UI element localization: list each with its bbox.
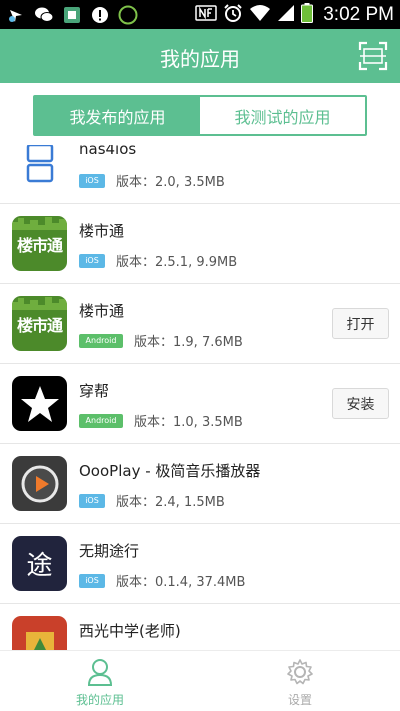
clock: 3:02 PM	[323, 4, 394, 25]
star-app-icon	[12, 376, 67, 431]
list-item[interactable]: nas4ios iOS 版本：2.0, 3.5MB	[0, 145, 400, 204]
app-name: 西光中学(老师)	[79, 622, 181, 640]
platform-badge: iOS	[79, 493, 105, 508]
location-icon	[6, 5, 26, 25]
school-app-icon	[12, 616, 67, 650]
scan-icon	[358, 41, 388, 71]
app-name: 无期途行	[79, 542, 140, 560]
list-item[interactable]: 途 无期途行 iOS 版本：0.1.4, 37.4MB	[0, 524, 400, 604]
app-version: 版本：2.4, 1.5MB	[116, 495, 225, 510]
nav-label: 我的应用	[75, 693, 124, 707]
tab-published-apps[interactable]: 我发布的应用	[35, 97, 200, 134]
app-version: 版本：1.9, 7.6MB	[134, 335, 243, 350]
loushitong-app-icon: 楼市通	[12, 216, 67, 271]
open-button[interactable]: 打开	[332, 308, 389, 339]
list-item[interactable]: 穿帮 Android 版本：1.0, 3.5MB 安装	[0, 364, 400, 444]
install-button[interactable]: 安装	[332, 388, 389, 419]
play-app-icon	[12, 456, 67, 511]
bottom-nav: 我的应用 设置	[0, 650, 400, 711]
wifi-icon	[249, 4, 271, 26]
nfc-icon	[195, 4, 217, 26]
tab-testing-apps[interactable]: 我测试的应用	[200, 97, 365, 134]
badge-75-icon	[118, 5, 138, 25]
alarm-icon	[223, 3, 243, 27]
nav-settings[interactable]: 设置	[200, 651, 400, 711]
page-title: 我的应用	[160, 47, 240, 71]
app-tabs: 我发布的应用 我测试的应用	[33, 95, 367, 136]
travel-app-icon: 途	[12, 536, 67, 591]
nav-my-apps[interactable]: 我的应用	[0, 651, 200, 711]
status-bar: 3:02 PM	[0, 0, 400, 29]
alert-icon	[90, 5, 110, 25]
nas-app-icon	[12, 145, 67, 191]
app-version: 版本：1.0, 3.5MB	[134, 415, 243, 430]
platform-badge: Android	[79, 333, 123, 348]
app-name: 穿帮	[79, 382, 110, 400]
scan-button[interactable]	[358, 41, 388, 71]
app-name: nas4ios	[79, 145, 137, 158]
battery-icon	[301, 3, 314, 27]
app-name: 楼市通	[79, 222, 125, 240]
gear-icon	[287, 659, 313, 685]
user-icon	[87, 659, 113, 686]
wechat-icon	[34, 5, 54, 25]
app-version: 版本：2.0, 3.5MB	[116, 175, 225, 190]
platform-badge: iOS	[79, 173, 105, 188]
app-name: 楼市通	[79, 302, 125, 320]
app-notify-icon	[62, 5, 82, 25]
platform-badge: iOS	[79, 573, 105, 588]
app-name: OooPlay - 极简音乐播放器	[79, 462, 261, 480]
app-version: 版本：0.1.4, 37.4MB	[116, 575, 246, 590]
signal-icon	[277, 4, 295, 26]
platform-badge: iOS	[79, 253, 105, 268]
loushitong-app-icon: 楼市通	[12, 296, 67, 351]
list-item[interactable]: 西光中学(老师)	[0, 604, 400, 650]
platform-badge: Android	[79, 413, 123, 428]
list-item[interactable]: 楼市通 楼市通 iOS 版本：2.5.1, 9.9MB	[0, 204, 400, 284]
app-list: nas4ios iOS 版本：2.0, 3.5MB 楼市通 楼市通 iOS 版本…	[0, 145, 400, 650]
nav-label: 设置	[287, 693, 312, 707]
app-version: 版本：2.5.1, 9.9MB	[116, 255, 238, 270]
title-bar: 我的应用	[0, 29, 400, 83]
list-item[interactable]: 楼市通 楼市通 Android 版本：1.9, 7.6MB 打开	[0, 284, 400, 364]
list-item[interactable]: OooPlay - 极简音乐播放器 iOS 版本：2.4, 1.5MB	[0, 444, 400, 524]
